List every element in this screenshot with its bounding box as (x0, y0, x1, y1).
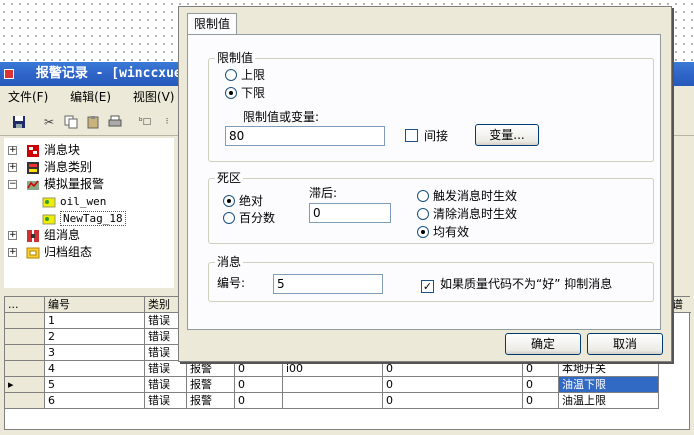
tab-limit-value[interactable]: 限制值 (187, 13, 238, 35)
archive-config-icon (26, 246, 40, 260)
radio-icon (225, 69, 237, 81)
message-block-icon (26, 144, 40, 158)
config-tree: + 消息块 + 消息类别 − 模拟量报警 oil_wen NewTag_18 +… (4, 138, 174, 288)
cut-icon[interactable]: ✂ (40, 113, 58, 131)
limit-value-group: 限制值 上限 下限 限制值或变量: 80 间接 变量... (208, 51, 654, 162)
message-group-title: 消息 (215, 255, 244, 269)
message-number-label: 编号: (217, 276, 246, 290)
upper-limit-radio[interactable]: 上限 (225, 67, 265, 83)
expand-icon[interactable]: + (8, 146, 17, 155)
lower-limit-radio[interactable]: 下限 (225, 85, 265, 101)
deadband-group: 死区 绝对 百分数 滞后: 0 触发消息时生效 清除消息时生效 均有效 (208, 171, 654, 244)
on-trigger-radio[interactable]: 触发消息时生效 (417, 188, 517, 204)
menu-file[interactable]: 文件(F) (8, 86, 48, 108)
row-header-corner: ... (5, 297, 45, 313)
message-class-icon (26, 161, 40, 175)
hysteresis-label: 滞后: (309, 186, 338, 200)
tag-icon (42, 195, 56, 209)
tree-item-tag-newtag-18[interactable]: NewTag_18 (42, 210, 126, 227)
limit-value-input[interactable]: 80 (225, 126, 385, 146)
list-view-icon[interactable]: ᵇ□ (136, 113, 154, 131)
app-title: 报警记录 - [winccxuex (35, 66, 190, 81)
current-row-marker: ▸ (5, 377, 45, 393)
expand-icon[interactable]: + (8, 231, 17, 240)
group-message-icon (26, 229, 40, 243)
checkbox-icon (405, 129, 418, 142)
expand-icon[interactable]: + (8, 163, 17, 172)
suppress-message-checkbox[interactable]: ✓ 如果质量代码不为“好” 抑制消息 (421, 276, 612, 293)
save-icon[interactable] (10, 113, 28, 131)
radio-selected-icon (417, 226, 429, 238)
tree-view-icon[interactable]: ⁝ (158, 113, 176, 131)
limit-value-dialog: 限制值 限制值 上限 下限 限制值或变量: 80 间接 变量... 死区 绝对 (178, 6, 672, 362)
hysteresis-input[interactable]: 0 (309, 203, 391, 223)
variable-button[interactable]: 变量... (475, 124, 539, 146)
message-group: 消息 编号: 5 ✓ 如果质量代码不为“好” 抑制消息 (208, 255, 654, 302)
copy-icon[interactable] (62, 113, 80, 131)
both-radio[interactable]: 均有效 (417, 224, 469, 240)
on-clear-radio[interactable]: 清除消息时生效 (417, 206, 517, 222)
tab-panel: 限制值 上限 下限 限制值或变量: 80 间接 变量... 死区 绝对 百分数 … (187, 34, 661, 330)
table-row[interactable]: 6 错误 报警 0 0 0 油温上限 (5, 393, 691, 409)
tree-item-tag-oil-wen[interactable]: oil_wen (42, 193, 106, 210)
table-row[interactable]: ▸ 5 错误 报警 0 0 0 油温下限 (5, 377, 691, 393)
table-row[interactable]: 4 错误 报警 0 i00 0 0 本地开关 (5, 361, 691, 377)
expand-icon[interactable]: + (8, 248, 17, 257)
tag-icon (42, 212, 56, 226)
radio-icon (417, 208, 429, 220)
app-logo-icon (4, 68, 14, 79)
analog-alarm-icon (26, 178, 40, 192)
column-header-fragment: 谱 (669, 297, 691, 313)
cancel-button[interactable]: 取消 (587, 333, 663, 355)
ok-button[interactable]: 确定 (505, 333, 581, 355)
percent-radio[interactable]: 百分数 (223, 210, 275, 226)
paste-icon[interactable] (84, 113, 102, 131)
collapse-icon[interactable]: − (8, 180, 17, 189)
menu-edit[interactable]: 编辑(E) (70, 86, 111, 108)
checkbox-checked-icon: ✓ (421, 280, 434, 293)
column-header-number[interactable]: 编号 (45, 297, 145, 313)
selected-cell[interactable]: 油温下限 (559, 377, 659, 393)
radio-icon (417, 190, 429, 202)
deadband-group-title: 死区 (215, 171, 244, 185)
print-icon[interactable] (106, 113, 124, 131)
limit-value-label: 限制值或变量: (243, 110, 320, 124)
absolute-radio[interactable]: 绝对 (223, 193, 263, 209)
radio-icon (223, 212, 235, 224)
radio-selected-icon (225, 87, 237, 99)
limit-value-group-title: 限制值 (215, 51, 256, 65)
message-number-input[interactable]: 5 (273, 274, 383, 294)
indirect-checkbox[interactable]: 间接 (405, 128, 448, 144)
radio-selected-icon (223, 195, 235, 207)
menu-view[interactable]: 视图(V) (133, 86, 175, 108)
